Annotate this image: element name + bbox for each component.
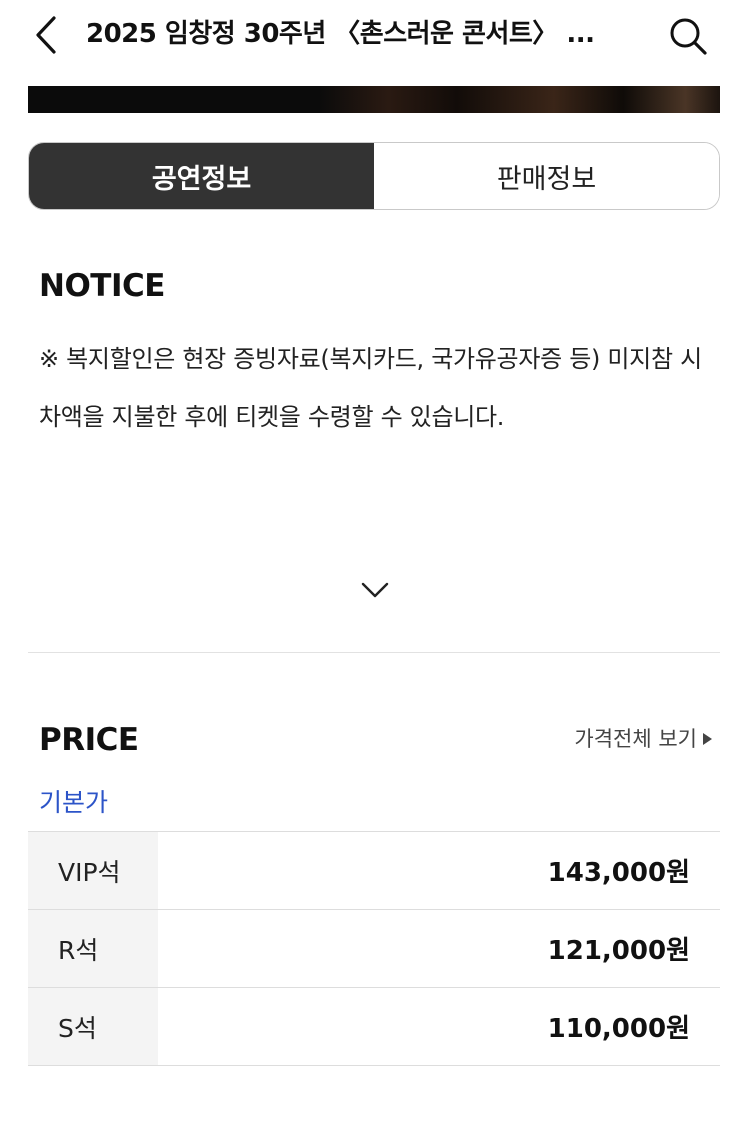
notice-heading: NOTICE bbox=[39, 268, 165, 304]
triangle-right-icon bbox=[703, 733, 712, 745]
notice-text: ※ 복지할인은 현장 증빙자료(복지카드, 국가유공자증 등) 미지참 시 차액… bbox=[39, 345, 702, 431]
view-all-prices-link[interactable]: 가격전체 보기 bbox=[574, 724, 712, 754]
tab-performance-info[interactable]: 공연정보 bbox=[29, 143, 374, 209]
chevron-left-icon bbox=[36, 16, 56, 54]
expand-notice-button[interactable] bbox=[359, 574, 391, 606]
seat-price: 110,000원 bbox=[547, 1014, 690, 1044]
price-table: VIP석 143,000원 R석 121,000원 S석 110,000원 bbox=[28, 831, 720, 1066]
top-bar: 2025 임창정 30주년 〈촌스러운 콘서트〉 ... bbox=[0, 0, 750, 72]
chevron-down-icon bbox=[361, 582, 389, 598]
poster-image bbox=[28, 86, 720, 113]
search-icon bbox=[670, 18, 707, 55]
price-heading: PRICE bbox=[39, 722, 139, 758]
price-row: VIP석 143,000원 bbox=[28, 832, 720, 910]
seat-grade: R석 bbox=[28, 910, 158, 987]
back-button[interactable] bbox=[28, 10, 68, 60]
price-row: S석 110,000원 bbox=[28, 988, 720, 1066]
info-tabs: 공연정보 판매정보 bbox=[28, 142, 720, 210]
price-row: R석 121,000원 bbox=[28, 910, 720, 988]
price-category-label: 기본가 bbox=[39, 788, 109, 817]
tab-sales-info[interactable]: 판매정보 bbox=[374, 143, 719, 209]
seat-price: 121,000원 bbox=[547, 936, 690, 966]
seat-grade: VIP석 bbox=[28, 832, 158, 909]
view-all-prices-label: 가격전체 보기 bbox=[574, 727, 697, 751]
search-button[interactable] bbox=[664, 12, 712, 60]
section-divider bbox=[28, 652, 720, 653]
page-title: 2025 임창정 30주년 〈촌스러운 콘서트〉 ... bbox=[86, 19, 595, 49]
seat-price: 143,000원 bbox=[547, 858, 690, 888]
seat-grade: S석 bbox=[28, 988, 158, 1065]
